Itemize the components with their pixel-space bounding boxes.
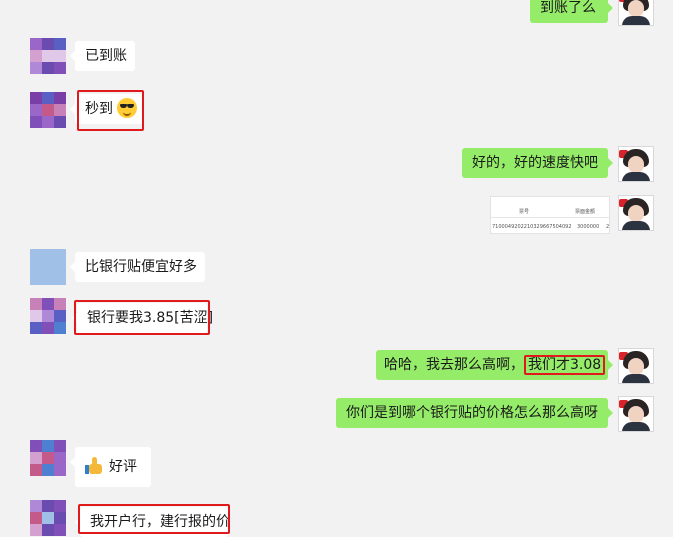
message-bubble-other[interactable]: 好评: [70, 447, 151, 487]
avatar-pixel: [30, 261, 42, 273]
avatar-pixel: [54, 116, 66, 128]
highlight-box: [78, 504, 230, 534]
message-bubble-other[interactable]: 比银行贴便宜好多: [70, 252, 205, 282]
avatar-pixel: [30, 512, 42, 524]
avatar-pixel: [30, 524, 42, 536]
avatar-pixel: [42, 38, 54, 50]
avatar-pixel: [42, 452, 54, 464]
avatar-self[interactable]: [618, 396, 654, 432]
avatar-pixel: [54, 464, 66, 476]
avatar-pixel: [30, 273, 42, 285]
avatar-pixel: [54, 310, 66, 322]
avatar-pixel: [54, 322, 66, 334]
avatar-pixel: [42, 512, 54, 524]
avatar-pixel: [42, 62, 54, 74]
avatar-pixel: [30, 322, 42, 334]
avatar-pixel: [30, 38, 42, 50]
avatar-contact[interactable]: [30, 500, 66, 536]
avatar-pixel: [30, 440, 42, 452]
avatar-pixel: [42, 273, 54, 285]
thumbs-up-emoji-icon: [85, 457, 103, 475]
avatar-pixel: [42, 440, 54, 452]
message-text: 哈哈，我去那么高啊，: [384, 357, 524, 373]
avatar-pixel: [42, 524, 54, 536]
message-bubble-other[interactable]: 已到账: [70, 41, 135, 71]
avatar-pixel: [30, 249, 42, 261]
highlight-box: [77, 90, 144, 131]
message-bubble-self[interactable]: 到账了么: [530, 0, 613, 23]
image-header-ticket: 票号: [519, 209, 530, 215]
message-text: 到账了么: [540, 0, 596, 16]
avatar-pixel: [30, 298, 42, 310]
avatar-self[interactable]: [618, 195, 654, 231]
avatar-pixel: [54, 452, 66, 464]
avatar-pixel: [30, 116, 42, 128]
avatar-pixel: [54, 92, 66, 104]
highlight-box: [74, 300, 210, 335]
avatar-pixel: [42, 310, 54, 322]
image-row-more: 2: [606, 224, 610, 230]
image-row-ticket: 7100049202210329667504092: [492, 224, 572, 230]
message-text: 好评: [109, 459, 137, 475]
message-text: 已到账: [85, 48, 127, 64]
avatar-pixel: [54, 440, 66, 452]
avatar-pixel: [54, 524, 66, 536]
avatar-self[interactable]: [618, 348, 654, 384]
message-text: 好的，好的速度快吧: [472, 155, 598, 171]
avatar-pixel: [30, 464, 42, 476]
image-message[interactable]: 票号 票面金额 7100049202210329667504092 300000…: [490, 196, 610, 234]
message-bubble-self[interactable]: 好的，好的速度快吧: [462, 148, 613, 178]
message-bubble-self[interactable]: 你们是到哪个银行贴的价格怎么那么高呀: [336, 398, 613, 428]
avatar-contact[interactable]: [30, 440, 66, 476]
avatar-self[interactable]: [618, 146, 654, 182]
image-header-amount: 票面金额: [575, 209, 596, 215]
avatar-pixel: [30, 310, 42, 322]
avatar-pixel: [54, 261, 66, 273]
avatar-pixel: [42, 298, 54, 310]
avatar-pixel: [54, 50, 66, 62]
avatar-pixel: [42, 261, 54, 273]
avatar-pixel: [54, 62, 66, 74]
avatar-pixel: [42, 92, 54, 104]
avatar-pixel: [54, 273, 66, 285]
avatar-pixel: [30, 452, 42, 464]
message-bubble-self[interactable]: 哈哈，我去那么高啊， 我们才3.08: [376, 350, 613, 380]
avatar-contact[interactable]: [30, 249, 66, 285]
avatar-pixel: [30, 50, 42, 62]
avatar-contact[interactable]: [30, 92, 66, 128]
avatar-pixel: [42, 116, 54, 128]
avatar-pixel: [54, 298, 66, 310]
message-text: 你们是到哪个银行贴的价格怎么那么高呀: [346, 405, 598, 421]
avatar-self[interactable]: [618, 0, 654, 26]
avatar-pixel: [30, 500, 42, 512]
avatar-contact[interactable]: [30, 38, 66, 74]
highlighted-text: 我们才3.08: [524, 355, 606, 375]
avatar-pixel: [30, 62, 42, 74]
avatar-pixel: [30, 92, 42, 104]
avatar-contact[interactable]: [30, 298, 66, 334]
avatar-pixel: [54, 38, 66, 50]
avatar-pixel: [42, 50, 54, 62]
avatar-pixel: [54, 249, 66, 261]
avatar-pixel: [42, 104, 54, 116]
avatar-pixel: [54, 512, 66, 524]
avatar-pixel: [42, 322, 54, 334]
image-row-amount: 3000000: [577, 224, 600, 230]
avatar-pixel: [42, 464, 54, 476]
message-text: 比银行贴便宜好多: [85, 259, 197, 275]
avatar-pixel: [42, 249, 54, 261]
avatar-pixel: [54, 500, 66, 512]
avatar-pixel: [30, 104, 42, 116]
avatar-pixel: [54, 104, 66, 116]
avatar-pixel: [42, 500, 54, 512]
